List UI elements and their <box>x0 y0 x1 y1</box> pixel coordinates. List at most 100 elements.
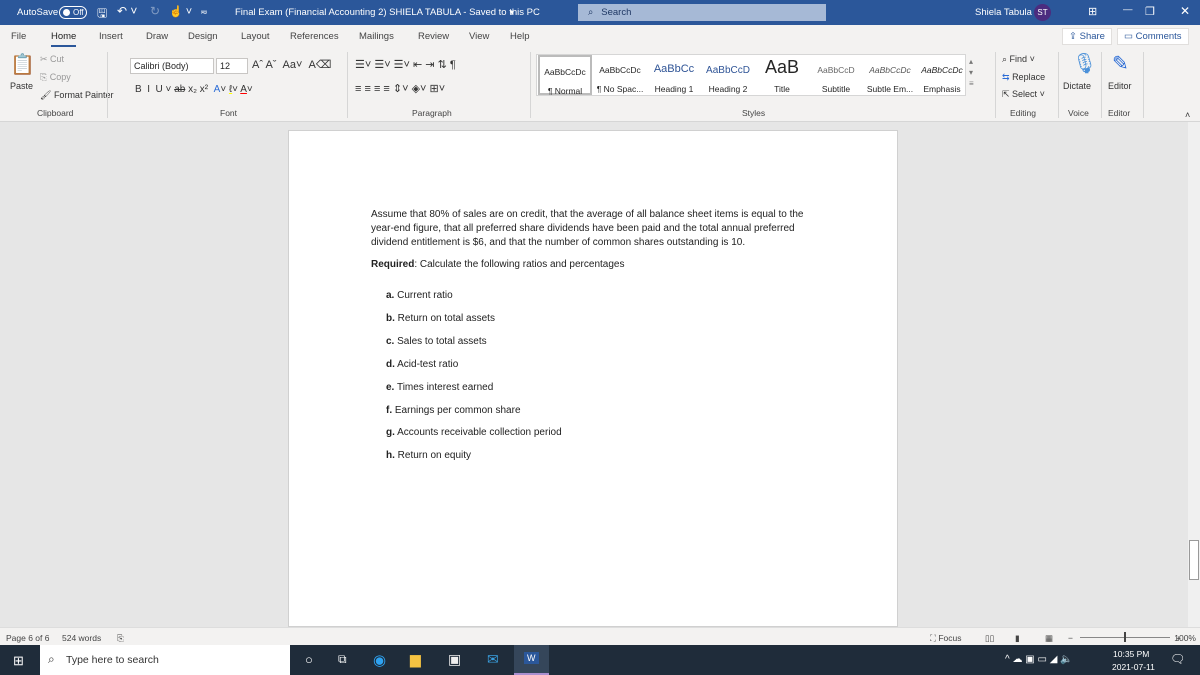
item-letter: c. <box>386 335 395 347</box>
replace-button[interactable]: ⇆ Replace <box>1002 72 1045 83</box>
tab-mailings[interactable]: Mailings <box>359 31 394 42</box>
format-painter-button[interactable]: 🖌 Format Painter <box>40 90 113 101</box>
zoom-slider-thumb[interactable] <box>1124 632 1126 642</box>
select-button[interactable]: ⇱ Select ˅ <box>1002 89 1045 100</box>
editor-button[interactable]: Editor <box>1108 81 1132 91</box>
print-layout-icon[interactable]: ▮ <box>1015 633 1020 644</box>
notifications-icon[interactable]: 🗨 <box>1170 652 1185 666</box>
taskbar-search-placeholder: Type here to search <box>66 654 159 666</box>
list-item: h. Return on equity <box>386 450 471 461</box>
style-preview: AaBbCcDc <box>544 67 586 77</box>
alignment-icons[interactable]: ≡ ≡ ≡ ≡ ⇕˅ ◈˅ ⊞˅ <box>355 82 445 95</box>
taskbar-search[interactable]: ⌕ Type here to search <box>40 645 290 675</box>
undo-icon[interactable]: ↶ ˅ <box>117 4 137 18</box>
autosave-label: AutoSave <box>17 7 59 18</box>
word-taskbar-button[interactable]: W <box>514 645 549 675</box>
scrollbar-thumb[interactable] <box>1189 540 1199 580</box>
tab-insert[interactable]: Insert <box>99 31 123 42</box>
styles-scroll-icons[interactable]: ▴ ▾ ≡ <box>969 56 974 89</box>
redo-icon[interactable]: ↻ <box>150 4 160 18</box>
font-name-select[interactable]: Calibri (Body) <box>130 58 214 74</box>
style-subtle-emphasis[interactable]: AaBbCcDc Subtle Em... <box>863 55 917 95</box>
list-indent-icons[interactable]: ☰˅ ☰˅ ☰˅ ⇤ ⇥ ⇅ ¶ <box>355 58 456 71</box>
dictate-button[interactable]: Dictate <box>1063 81 1091 91</box>
chevron-down-icon[interactable]: ▾ <box>510 8 514 17</box>
replace-label: Replace <box>1012 72 1046 82</box>
paste-button[interactable]: Paste <box>10 81 33 91</box>
style-name: ¶ Normal <box>547 86 583 96</box>
font-format-icons[interactable]: B I U ˅ ab x₂ x² A˅ ℓ˅ A˅ <box>135 84 253 95</box>
tab-help[interactable]: Help <box>510 31 530 42</box>
document-page[interactable]: Assume that 80% of sales are on credit, … <box>288 130 898 627</box>
microphone-icon[interactable]: 🎙 <box>1072 51 1097 76</box>
tab-file[interactable]: File <box>11 31 26 42</box>
clock-date[interactable]: 2021-07-11 <box>1112 662 1155 672</box>
tab-design[interactable]: Design <box>188 31 218 42</box>
comments-button[interactable]: ▭ Comments <box>1117 28 1189 45</box>
proofing-icon[interactable]: ⎘ <box>117 633 124 644</box>
collapse-ribbon-icon[interactable]: ˄ <box>1185 110 1190 120</box>
windows-start-icon[interactable]: ⊞ <box>13 653 24 669</box>
font-name-value: Calibri (Body) <box>134 61 189 71</box>
restore-icon[interactable]: ❐ <box>1145 5 1155 18</box>
style-no-spacing[interactable]: AaBbCcDc ¶ No Spac... <box>593 55 647 95</box>
tab-review[interactable]: Review <box>418 31 449 42</box>
style-preview: AaBbCcDc <box>921 65 963 75</box>
clock-time[interactable]: 10:35 PM <box>1113 649 1149 659</box>
edge-icon[interactable]: ◉ <box>373 651 386 669</box>
style-title[interactable]: AaB Title <box>755 55 809 95</box>
tab-references[interactable]: References <box>290 31 339 42</box>
store-icon[interactable]: ▣ <box>448 651 461 668</box>
zoom-out-button[interactable]: − <box>1068 633 1073 643</box>
web-layout-icon[interactable]: ▦ <box>1045 633 1053 644</box>
customize-quick-access-icon[interactable]: ≂ <box>200 7 208 18</box>
tab-view[interactable]: View <box>469 31 489 42</box>
ribbon-display-icon[interactable]: ⊞ <box>1088 5 1097 18</box>
status-bar: Page 6 of 6 524 words ⎘ ⛶ Focus ▯▯ ▮ ▦ −… <box>0 627 1200 645</box>
find-button[interactable]: ⌕ Find ˅ <box>1002 54 1035 65</box>
page-count[interactable]: Page 6 of 6 <box>6 633 49 643</box>
word-count[interactable]: 524 words <box>62 633 101 643</box>
zoom-level[interactable]: 100% <box>1174 633 1196 643</box>
save-icon[interactable]: 🖫 <box>97 4 107 25</box>
font-size-select[interactable]: 12 <box>216 58 248 74</box>
touch-mode-icon[interactable]: ☝ ˅ <box>169 5 192 18</box>
editor-icon[interactable]: ✎ <box>1112 51 1129 76</box>
copy-button[interactable]: ⎘ Copy <box>40 72 71 83</box>
required-line: Required: Calculate the following ratios… <box>371 258 811 272</box>
style-heading-2[interactable]: AaBbCcD Heading 2 <box>701 55 755 95</box>
font-grow-shrink-icons[interactable]: Aˆ Aˇ Aa˅ A⌫ <box>252 58 331 71</box>
vertical-scrollbar[interactable] <box>1188 122 1200 627</box>
cut-button[interactable]: ✂ Cut <box>40 54 64 65</box>
paste-icon[interactable]: 📋 <box>10 52 35 77</box>
style-emphasis[interactable]: AaBbCcDc Emphasis <box>915 55 969 95</box>
select-label: Select <box>1012 89 1038 99</box>
tab-layout[interactable]: Layout <box>241 31 270 42</box>
system-tray-icons[interactable]: ^ ☁ ▣ ▭ ◢ 🔈 <box>1005 654 1073 665</box>
autosave-toggle[interactable]: Off <box>59 6 87 19</box>
styles-gallery: AaBbCcDc ¶ Normal AaBbCcDc ¶ No Spac... Aa… <box>536 54 966 96</box>
style-preview: AaBbCc <box>653 63 695 75</box>
file-explorer-icon[interactable]: ▆ <box>410 651 421 668</box>
style-preview: AaB <box>764 57 800 77</box>
mail-icon[interactable]: ✉ <box>487 651 499 668</box>
item-text: Return on equity <box>397 450 472 462</box>
focus-button[interactable]: ⛶ Focus <box>930 633 961 644</box>
style-heading-1[interactable]: AaBbCc Heading 1 <box>647 55 701 95</box>
task-view-icon[interactable]: ⧉ <box>338 652 347 667</box>
required-label: Required <box>371 259 415 270</box>
user-name[interactable]: Shiela Tabula <box>975 7 1032 18</box>
style-normal[interactable]: AaBbCcDc ¶ Normal <box>538 55 592 96</box>
cortana-icon[interactable]: ○ <box>305 652 313 667</box>
read-mode-icon[interactable]: ▯▯ <box>985 633 994 644</box>
document-title[interactable]: Final Exam (Financial Accounting 2) SHIE… <box>235 7 540 18</box>
avatar[interactable]: ST <box>1034 4 1051 21</box>
style-subtitle[interactable]: AaBbCcD Subtitle <box>809 55 863 95</box>
search-box[interactable]: ⌕ Search <box>578 4 826 21</box>
tab-draw[interactable]: Draw <box>146 31 168 42</box>
share-button[interactable]: ⇪ Share <box>1062 28 1112 45</box>
focus-label: Focus <box>938 633 962 643</box>
tab-home[interactable]: Home <box>51 31 77 47</box>
minimize-icon[interactable]: — <box>1123 4 1133 15</box>
close-icon[interactable]: ✕ <box>1180 4 1190 18</box>
